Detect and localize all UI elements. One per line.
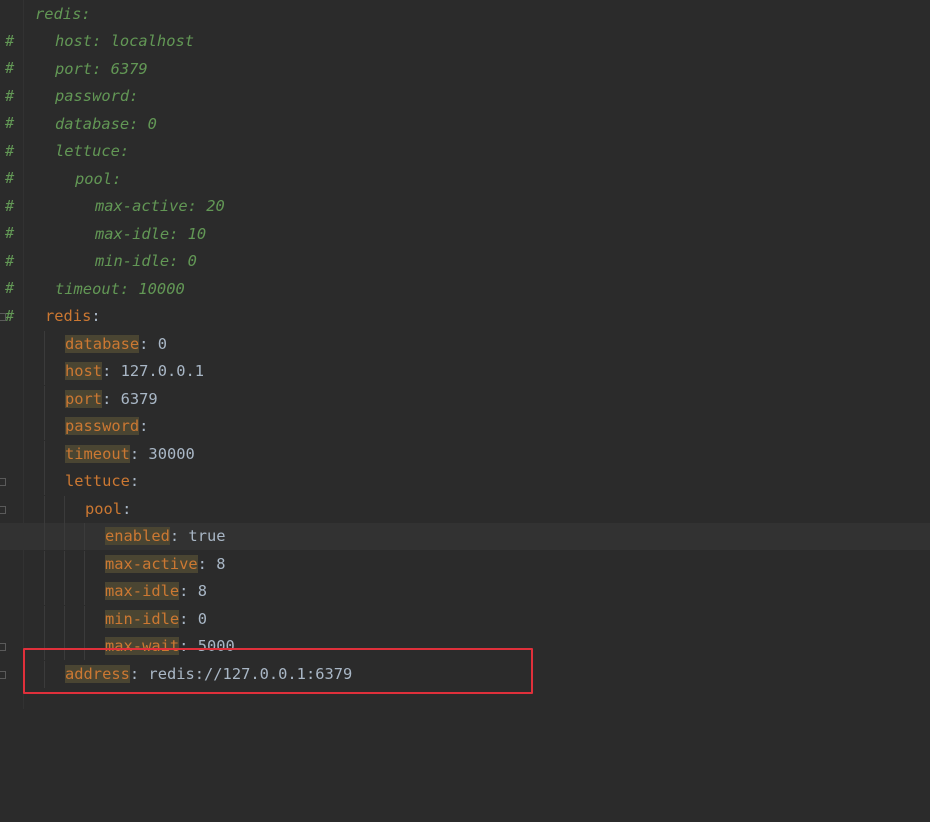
indent-guide xyxy=(44,468,45,495)
fold-icon[interactable] xyxy=(0,506,6,514)
indent-guide xyxy=(64,578,65,605)
comment-text: password: xyxy=(55,87,139,105)
yaml-value: 30000 xyxy=(139,445,195,463)
indent-guide xyxy=(44,606,45,633)
code-line[interactable]: # max-active: 20 xyxy=(0,193,930,242)
indent-guide xyxy=(64,496,65,523)
indent-guide xyxy=(44,578,45,605)
code-line[interactable]: port: 6379 xyxy=(0,386,930,413)
code-line[interactable]: timeout: 30000 xyxy=(0,441,930,468)
yaml-value: true xyxy=(179,527,226,545)
code-line[interactable]: password: xyxy=(0,413,930,440)
code-line[interactable]: # database: 0 xyxy=(0,111,930,160)
yaml-key: pool xyxy=(85,500,123,518)
indent-guide xyxy=(84,606,85,633)
yaml-key: max-active xyxy=(105,555,198,573)
code-line[interactable]: # max-idle: 10 xyxy=(0,221,930,270)
yaml-colon: : xyxy=(197,555,207,573)
fold-icon[interactable] xyxy=(0,478,6,486)
code-line[interactable]: pool: xyxy=(0,496,930,523)
indent-guide xyxy=(84,578,85,605)
indent-guide xyxy=(44,358,45,385)
comment-text: database: 0 xyxy=(55,115,157,133)
annotation-highlight-box xyxy=(23,648,533,694)
fold-icon[interactable] xyxy=(0,313,6,321)
yaml-key: enabled xyxy=(105,527,170,545)
code-line[interactable]: # lettuce: xyxy=(0,138,930,187)
indent-guide xyxy=(44,386,45,413)
code-line[interactable]: # pool: xyxy=(0,166,930,215)
code-line[interactable]: redis: xyxy=(0,303,930,330)
code-line[interactable]: lettuce: xyxy=(0,468,930,495)
comment-text: lettuce: xyxy=(55,142,130,160)
comment-text: pool: xyxy=(75,170,122,188)
yaml-value: 0 xyxy=(148,335,167,353)
yaml-colon: : xyxy=(129,445,140,463)
yaml-colon: : xyxy=(129,472,140,490)
comment-text: min-idle: 0 xyxy=(95,252,197,270)
code-line[interactable]: host: 127.0.0.1 xyxy=(0,358,930,385)
indent-guide xyxy=(44,441,45,468)
indent-guide xyxy=(44,331,45,358)
yaml-value: 127.0.0.1 xyxy=(111,362,205,380)
yaml-key: lettuce xyxy=(65,472,130,490)
yaml-colon: : xyxy=(169,527,180,545)
fold-icon[interactable] xyxy=(0,643,6,651)
yaml-colon: : xyxy=(139,417,149,435)
yaml-colon: : xyxy=(122,500,132,518)
code-editor[interactable]: # redis: # host: localhost # port: 6379 … xyxy=(0,0,930,709)
indent-guide xyxy=(64,606,65,633)
comment-text: timeout: 10000 xyxy=(55,280,185,298)
code-line[interactable]: # min-idle: 0 xyxy=(0,248,930,297)
code-line[interactable]: max-active: 8 xyxy=(0,551,930,578)
indent-guide xyxy=(84,551,85,578)
yaml-key: max-idle xyxy=(105,582,180,600)
indent-guide xyxy=(84,523,85,550)
code-line[interactable]: min-idle: 0 xyxy=(0,606,930,633)
indent-guide xyxy=(44,413,45,440)
code-line[interactable]: database: 0 xyxy=(0,331,930,358)
yaml-key: host xyxy=(65,362,103,380)
comment-text: redis: xyxy=(35,5,91,23)
code-line[interactable]: # host: localhost xyxy=(0,28,930,77)
code-line[interactable]: # port: 6379 xyxy=(0,56,930,105)
yaml-key: port xyxy=(65,390,103,408)
yaml-colon: : xyxy=(102,362,112,380)
comment-text: port: 6379 xyxy=(55,60,148,78)
indent-guide xyxy=(64,523,65,550)
comment-text: host: localhost xyxy=(55,32,194,50)
yaml-colon: : xyxy=(102,390,112,408)
yaml-key: min-idle xyxy=(105,610,180,628)
indent-guide xyxy=(44,496,45,523)
code-line[interactable]: # password: xyxy=(0,83,930,132)
code-line[interactable]: # timeout: 10000 xyxy=(0,276,930,325)
code-line[interactable]: # redis: xyxy=(0,1,930,50)
code-line-current[interactable]: enabled: true xyxy=(0,523,930,550)
yaml-value: 0 xyxy=(188,610,207,628)
code-line[interactable]: max-idle: 8 xyxy=(0,578,930,605)
yaml-key: redis xyxy=(45,307,92,325)
indent-guide xyxy=(44,551,45,578)
yaml-key: database xyxy=(65,335,140,353)
yaml-value: 8 xyxy=(188,582,207,600)
yaml-colon: : xyxy=(91,307,101,325)
yaml-value: 8 xyxy=(206,555,226,573)
comment-text: max-active: 20 xyxy=(95,197,225,215)
indent-guide xyxy=(44,523,45,550)
yaml-value: 6379 xyxy=(111,390,158,408)
indent-guide xyxy=(64,551,65,578)
fold-icon[interactable] xyxy=(0,671,6,679)
yaml-key: password xyxy=(65,417,140,435)
yaml-key: timeout xyxy=(65,445,130,463)
comment-text: max-idle: 10 xyxy=(95,225,207,243)
